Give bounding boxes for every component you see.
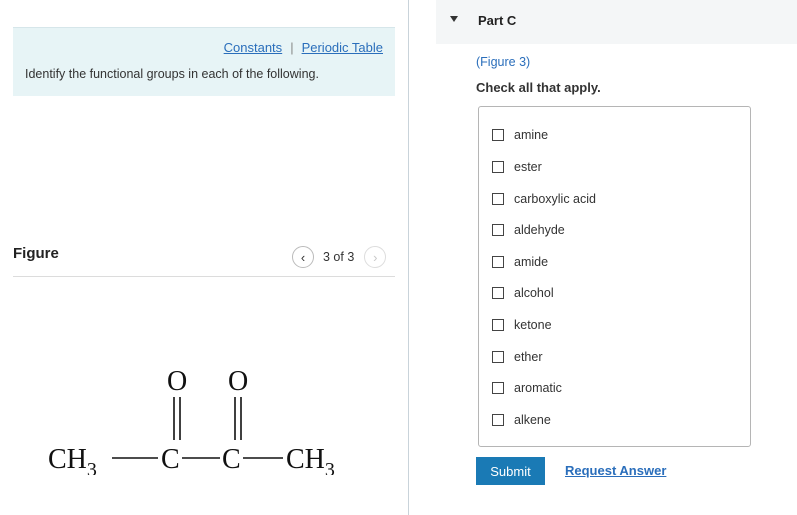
option-aromatic[interactable]: aromatic xyxy=(492,381,562,395)
chevron-right-icon: › xyxy=(373,249,378,265)
figure-page-indicator: 3 of 3 xyxy=(323,250,355,264)
periodic-table-link[interactable]: Periodic Table xyxy=(302,40,383,55)
info-box: Constants | Periodic Table Identify the fu… xyxy=(13,27,395,96)
checkbox[interactable] xyxy=(492,129,504,141)
checkbox[interactable] xyxy=(492,287,504,299)
carbonyl-carbon-1: C xyxy=(161,444,180,475)
figure-pager: ‹ 3 of 3 › xyxy=(292,246,387,268)
option-label: carboxylic acid xyxy=(514,192,596,206)
checkbox[interactable] xyxy=(492,382,504,394)
oxygen-atom-2: O xyxy=(228,366,248,397)
methyl-group-left: CH3 xyxy=(48,444,97,475)
submit-button[interactable]: Submit xyxy=(476,457,545,485)
option-aldehyde[interactable]: aldehyde xyxy=(492,223,565,237)
option-alkene[interactable]: alkene xyxy=(492,413,551,427)
option-alcohol[interactable]: alcohol xyxy=(492,286,554,300)
option-label: ketone xyxy=(514,318,552,332)
left-panel: Constants | Periodic Table Identify the fu… xyxy=(0,0,408,515)
option-label: ether xyxy=(514,350,543,364)
checkbox[interactable] xyxy=(492,414,504,426)
figure-heading: Figure xyxy=(13,245,59,262)
methyl-left-text: CH xyxy=(48,444,87,475)
option-carboxylic-acid[interactable]: carboxylic acid xyxy=(492,192,596,206)
option-amide[interactable]: amide xyxy=(492,255,548,269)
chevron-left-icon: ‹ xyxy=(300,249,306,265)
option-ketone[interactable]: ketone xyxy=(492,318,552,332)
option-ester[interactable]: ester xyxy=(492,160,542,174)
option-label: ester xyxy=(514,160,542,174)
options-list: amine ester carboxylic acid aldehyde ami… xyxy=(478,106,751,447)
option-amine[interactable]: amine xyxy=(492,128,548,142)
option-label: alcohol xyxy=(514,286,554,300)
oxygen-atom-1: O xyxy=(167,366,187,397)
checkbox[interactable] xyxy=(492,256,504,268)
option-label: aldehyde xyxy=(514,223,565,237)
checkbox[interactable] xyxy=(492,319,504,331)
request-answer-link[interactable]: Request Answer xyxy=(565,463,666,478)
constants-link[interactable]: Constants xyxy=(224,40,283,55)
methyl-right-subscript: 3 xyxy=(325,459,335,475)
option-label: aromatic xyxy=(514,381,562,395)
figure-link[interactable]: (Figure 3) xyxy=(476,55,530,69)
collapse-triangle-icon[interactable] xyxy=(450,16,458,22)
checkbox[interactable] xyxy=(492,193,504,205)
instruction-text: Identify the functional groups in each o… xyxy=(25,67,319,81)
carbonyl-carbon-2: C xyxy=(222,444,241,475)
option-label: amine xyxy=(514,128,549,142)
checkbox[interactable] xyxy=(492,351,504,363)
checkbox[interactable] xyxy=(492,224,504,236)
part-header[interactable]: Part C xyxy=(436,0,797,44)
previous-figure-button[interactable]: ‹ xyxy=(292,246,314,268)
methyl-right-text: CH xyxy=(286,444,325,475)
molecule-structure: O O CH3 C C CH3 xyxy=(48,366,335,475)
figure-divider xyxy=(13,276,395,277)
option-label: alkene xyxy=(514,413,551,427)
question-prompt: Check all that apply. xyxy=(476,80,601,95)
resource-links: Constants | Periodic Table xyxy=(224,40,383,55)
methyl-group-right: CH3 xyxy=(286,444,335,475)
next-figure-button[interactable]: › xyxy=(364,246,387,268)
option-label: amide xyxy=(514,255,549,269)
methyl-left-subscript: 3 xyxy=(87,459,97,475)
part-title: Part C xyxy=(478,13,517,28)
panel-divider xyxy=(408,0,409,515)
checkbox[interactable] xyxy=(492,161,504,173)
link-separator: | xyxy=(290,40,294,55)
option-ether[interactable]: ether xyxy=(492,350,543,364)
